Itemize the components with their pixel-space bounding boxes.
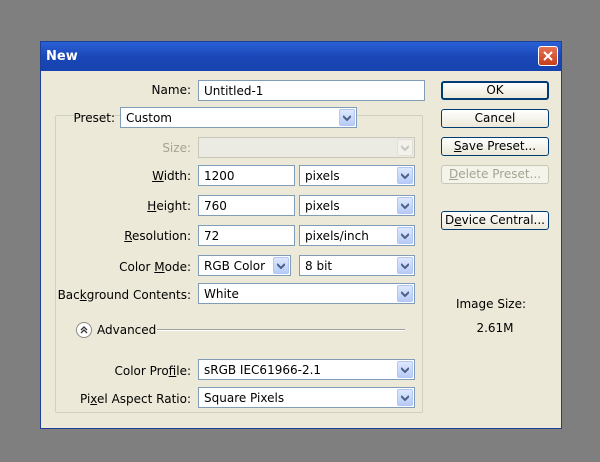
name-label: Name: (151, 83, 191, 97)
window-title: New (46, 49, 78, 64)
height-label: Height: (147, 199, 191, 213)
image-size-value: 2.61M (476, 321, 514, 335)
image-size-label: Image Size: (455, 297, 527, 311)
chevron-down-icon (401, 173, 409, 179)
resolution-unit-select[interactable]: pixels/inch (299, 225, 415, 246)
background-contents-value: White (204, 287, 239, 301)
chevron-up-icon (80, 326, 88, 334)
chevron-down-icon (277, 263, 285, 269)
preset-dropdown-button[interactable] (339, 109, 355, 126)
preset-select[interactable]: Custom (120, 107, 357, 128)
advanced-label[interactable]: Advanced (97, 323, 156, 337)
color-profile-dropdown-button[interactable] (397, 361, 413, 378)
color-mode-label: Color Mode: (119, 260, 191, 274)
cancel-button[interactable]: Cancel (441, 109, 549, 128)
name-input[interactable]: Untitled-1 (198, 80, 425, 101)
height-unit-value: pixels (305, 199, 340, 213)
chevron-down-icon (401, 233, 409, 239)
pixel-aspect-ratio-value: Square Pixels (204, 391, 285, 405)
pixel-aspect-ratio-select[interactable]: Square Pixels (198, 387, 415, 408)
chevron-down-icon (401, 145, 409, 151)
chevron-down-icon (401, 367, 409, 373)
device-central-button[interactable]: Device Central... (441, 211, 549, 230)
title-bar[interactable]: New (41, 42, 561, 71)
ok-button[interactable]: OK (441, 81, 549, 100)
pixel-aspect-ratio-label: Pixel Aspect Ratio: (79, 392, 191, 406)
height-unit-select[interactable]: pixels (299, 195, 415, 216)
advanced-toggle-button[interactable] (76, 322, 92, 338)
width-unit-select[interactable]: pixels (299, 165, 415, 186)
resolution-unit-value: pixels/inch (305, 229, 369, 243)
height-input[interactable]: 760 (198, 195, 295, 216)
advanced-divider (157, 329, 405, 331)
background-contents-select[interactable]: White (198, 283, 415, 304)
color-mode-dropdown-button[interactable] (273, 257, 289, 274)
background-contents-dropdown-button[interactable] (397, 285, 413, 302)
pixel-aspect-ratio-dropdown-button[interactable] (397, 389, 413, 406)
resolution-input[interactable]: 72 (198, 225, 295, 246)
chevron-down-icon (343, 115, 351, 121)
resolution-label: Resolution: (124, 229, 191, 243)
width-unit-value: pixels (305, 169, 340, 183)
chevron-down-icon (401, 203, 409, 209)
close-button[interactable] (538, 46, 558, 66)
color-profile-label: Color Profile: (114, 364, 191, 378)
preset-label: Preset: (73, 111, 115, 125)
bit-depth-dropdown-button[interactable] (397, 257, 413, 274)
color-profile-value: sRGB IEC61966-2.1 (204, 363, 322, 377)
width-unit-dropdown-button[interactable] (397, 167, 413, 184)
color-profile-select[interactable]: sRGB IEC61966-2.1 (198, 359, 415, 380)
color-mode-select[interactable]: RGB Color (198, 255, 291, 276)
background-contents-label: Background Contents: (57, 288, 191, 302)
width-label: Width: (152, 169, 191, 183)
save-preset-button[interactable]: Save Preset... (441, 137, 549, 156)
size-label: Size: (162, 141, 191, 155)
preset-value: Custom (126, 111, 172, 125)
delete-preset-button[interactable]: Delete Preset... (441, 165, 549, 184)
resolution-unit-dropdown-button[interactable] (397, 227, 413, 244)
close-icon (543, 51, 553, 61)
bit-depth-value: 8 bit (305, 259, 333, 273)
new-document-dialog: New Name: Untitled-1 Preset: Custom Size… (40, 41, 562, 429)
size-select[interactable] (198, 137, 415, 158)
bit-depth-select[interactable]: 8 bit (299, 255, 415, 276)
color-mode-value: RGB Color (204, 259, 266, 273)
width-input[interactable]: 1200 (198, 165, 295, 186)
chevron-down-icon (401, 263, 409, 269)
size-dropdown-button[interactable] (397, 139, 413, 156)
chevron-down-icon (401, 395, 409, 401)
height-unit-dropdown-button[interactable] (397, 197, 413, 214)
chevron-down-icon (401, 291, 409, 297)
